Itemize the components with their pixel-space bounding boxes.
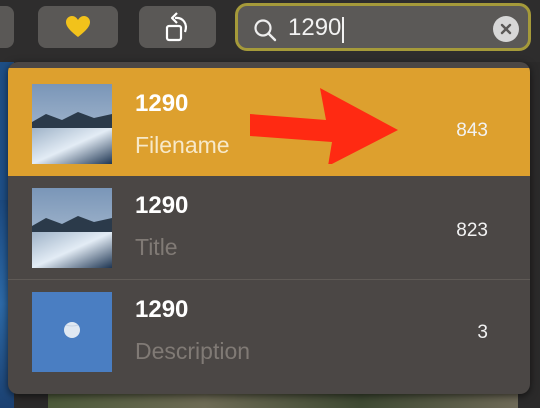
search-icon xyxy=(254,19,277,42)
result-match-field: Description xyxy=(135,338,251,364)
heart-icon xyxy=(66,16,90,37)
text-caret xyxy=(342,17,344,43)
search-field[interactable] xyxy=(235,3,531,51)
result-row-title[interactable]: 1290 Title 823 xyxy=(8,176,530,280)
result-thumbnail xyxy=(32,292,112,372)
result-thumbnail xyxy=(32,84,112,164)
clear-icon xyxy=(500,23,512,35)
result-count: 3 xyxy=(477,322,488,343)
result-title: 1290 xyxy=(135,296,189,323)
toolbar xyxy=(0,0,540,62)
favorite-button[interactable] xyxy=(38,6,118,48)
search-input[interactable] xyxy=(288,14,488,42)
result-thumbnail xyxy=(32,188,112,268)
result-title: 1290 xyxy=(135,90,189,117)
result-title: 1290 xyxy=(135,192,189,219)
toolbar-left-button[interactable] xyxy=(0,6,14,48)
red-arrow-annotation xyxy=(250,88,398,164)
result-match-field: Title xyxy=(135,234,178,260)
result-row-filename[interactable]: 1290 Filename 843 xyxy=(8,68,530,176)
background-photo-bottom xyxy=(48,392,518,408)
result-count: 823 xyxy=(456,220,488,241)
rotate-icon xyxy=(165,12,187,42)
result-match-field: Filename xyxy=(135,132,230,158)
clear-search-button[interactable] xyxy=(493,16,519,42)
result-row-description[interactable]: 1290 Description 3 xyxy=(8,280,530,384)
search-results-popup: 1290 Filename 843 1290 Title 823 1290 De… xyxy=(8,62,530,394)
result-count: 843 xyxy=(456,120,488,141)
rotate-button[interactable] xyxy=(139,6,216,48)
